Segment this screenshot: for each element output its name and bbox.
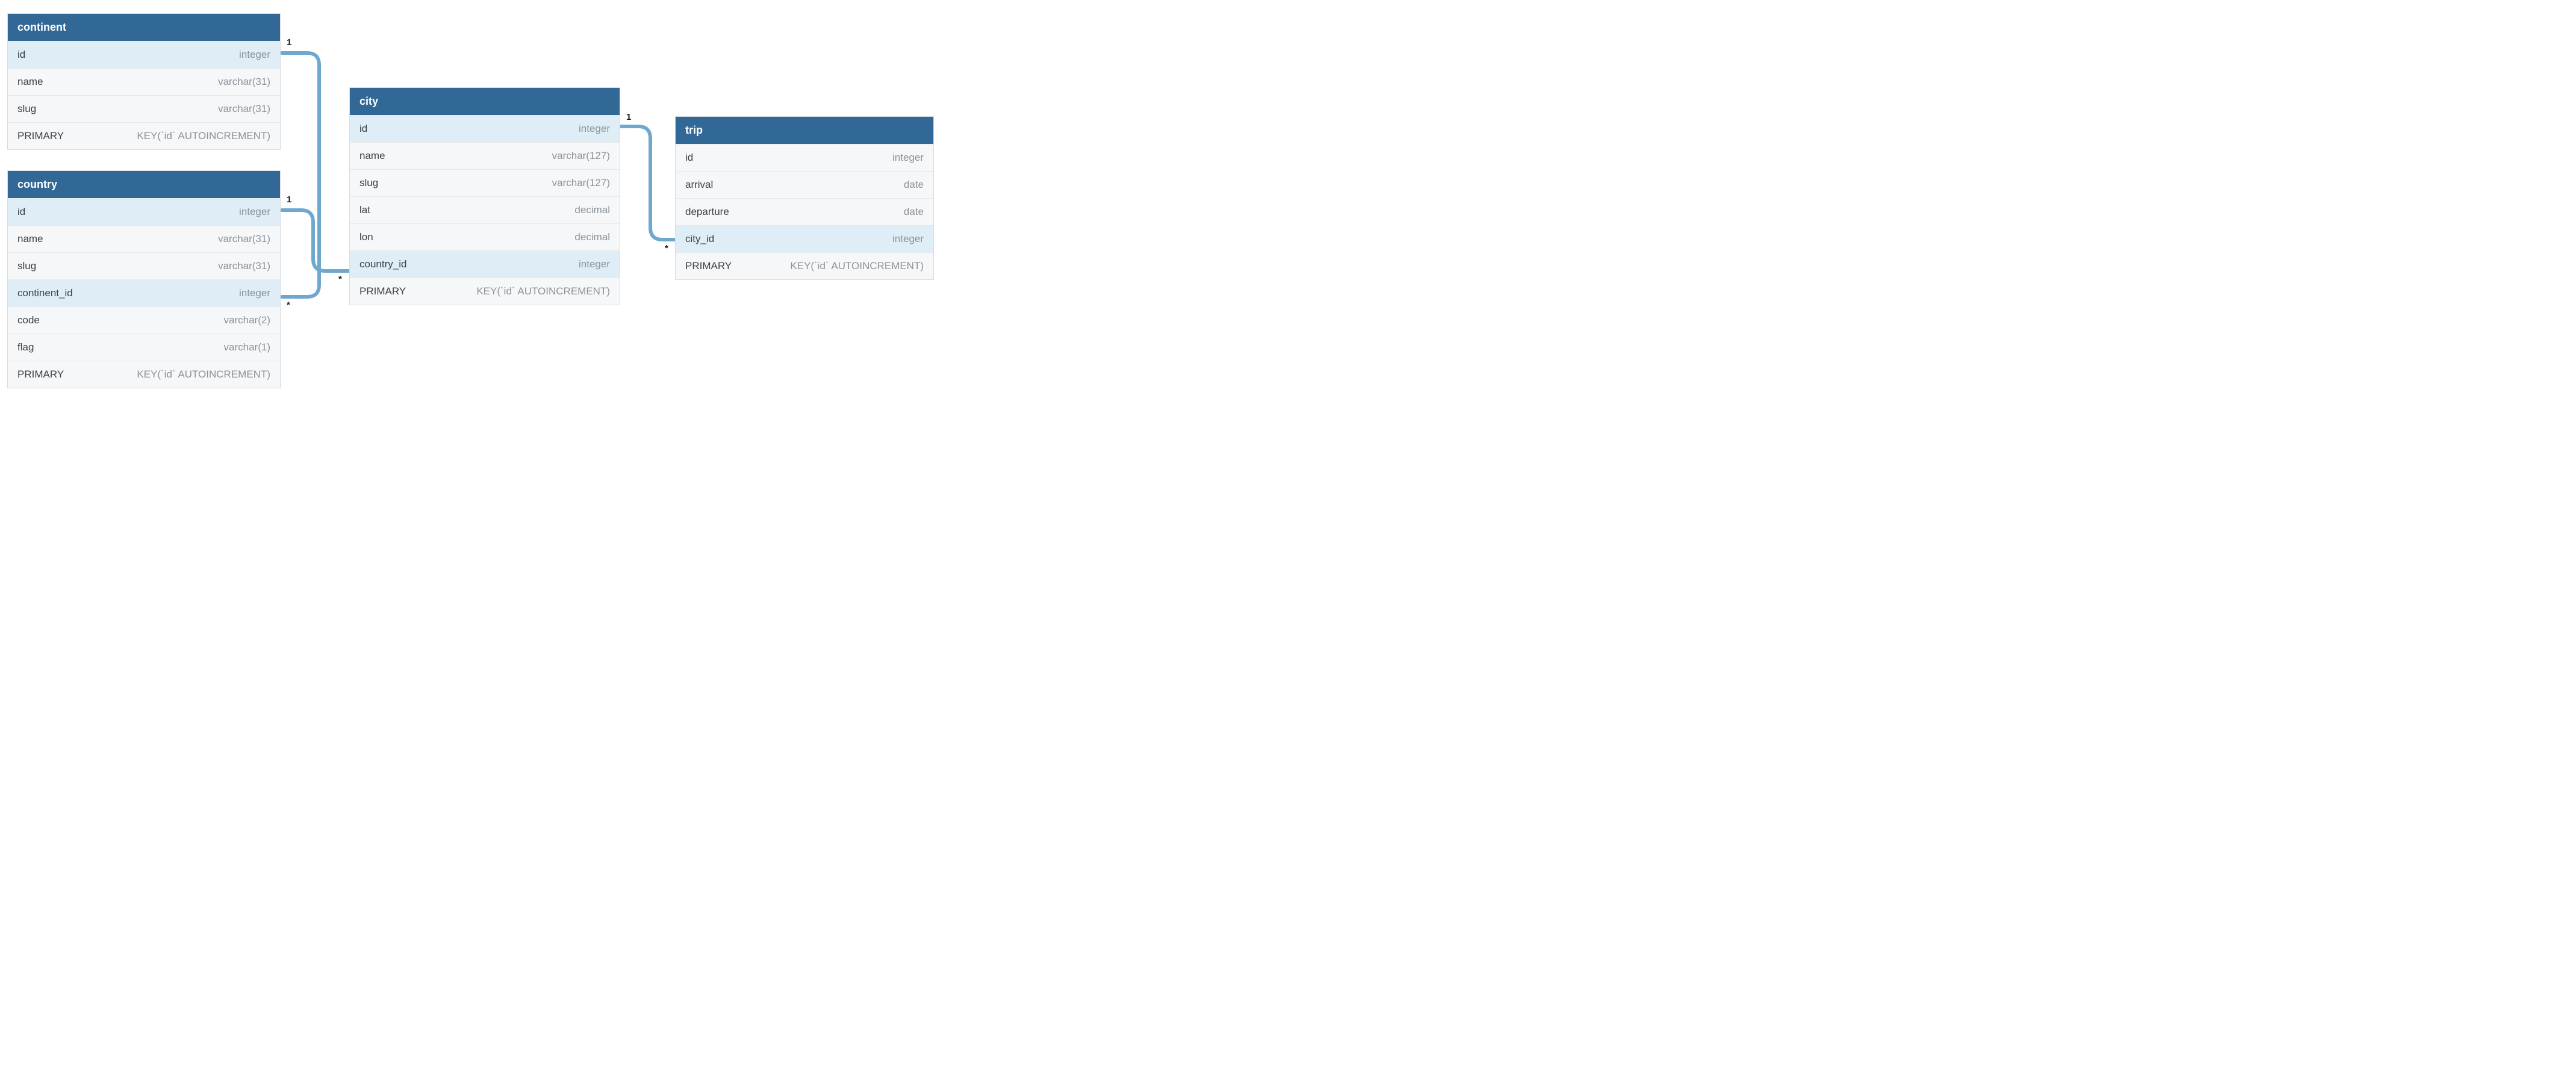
column-name: flag <box>17 341 34 353</box>
column-name: city_id <box>685 233 714 245</box>
column-row: id integer <box>350 115 620 142</box>
column-name: slug <box>359 177 378 189</box>
column-type: KEY(`id` AUTOINCREMENT) <box>137 368 270 381</box>
column-row: arrival date <box>676 171 933 198</box>
column-type: KEY(`id` AUTOINCREMENT) <box>137 130 270 142</box>
column-row: name varchar(31) <box>8 68 280 95</box>
column-type: integer <box>239 287 270 299</box>
column-row: lat decimal <box>350 196 620 223</box>
column-name: id <box>17 49 25 61</box>
column-type: varchar(31) <box>218 76 270 88</box>
column-type: integer <box>239 206 270 218</box>
column-name: name <box>359 150 385 162</box>
column-row: PRIMARY KEY(`id` AUTOINCREMENT) <box>676 252 933 279</box>
entity-header: city <box>350 88 620 115</box>
column-name: PRIMARY <box>17 368 64 381</box>
entity-header: trip <box>676 117 933 144</box>
entity-city[interactable]: city id integer name varchar(127) slug v… <box>349 87 620 305</box>
column-type: date <box>904 206 924 218</box>
column-name: PRIMARY <box>359 285 406 297</box>
column-row: departure date <box>676 198 933 225</box>
entity-trip[interactable]: trip id integer arrival date departure d… <box>675 116 934 280</box>
column-row: PRIMARY KEY(`id` AUTOINCREMENT) <box>8 122 280 149</box>
column-row: city_id integer <box>676 225 933 252</box>
column-row: lon decimal <box>350 223 620 250</box>
column-name: departure <box>685 206 729 218</box>
column-name: country_id <box>359 258 406 270</box>
entity-country[interactable]: country id integer name varchar(31) slug… <box>7 170 281 388</box>
column-name: continent_id <box>17 287 73 299</box>
column-type: varchar(31) <box>218 103 270 115</box>
column-type: integer <box>892 152 924 164</box>
column-type: KEY(`id` AUTOINCREMENT) <box>476 285 610 297</box>
column-row: id integer <box>8 198 280 225</box>
entity-header: continent <box>8 14 280 41</box>
column-row: flag varchar(1) <box>8 334 280 361</box>
column-name: name <box>17 233 43 245</box>
cardinality-label-one: 1 <box>287 37 291 48</box>
column-type: decimal <box>574 204 610 216</box>
column-row: slug varchar(127) <box>350 169 620 196</box>
column-name: slug <box>17 103 36 115</box>
column-row: PRIMARY KEY(`id` AUTOINCREMENT) <box>8 361 280 388</box>
column-type: varchar(127) <box>552 150 610 162</box>
column-type: varchar(31) <box>218 233 270 245</box>
column-row: continent_id integer <box>8 279 280 306</box>
column-row: country_id integer <box>350 250 620 278</box>
column-row: code varchar(2) <box>8 306 280 334</box>
cardinality-label-many: * <box>287 300 290 310</box>
cardinality-label-one: 1 <box>287 194 291 205</box>
column-name: code <box>17 314 40 326</box>
column-type: date <box>904 179 924 191</box>
column-name: lat <box>359 204 370 216</box>
cardinality-label-one: 1 <box>626 112 631 122</box>
column-row: id integer <box>8 41 280 68</box>
column-type: integer <box>579 258 610 270</box>
column-type: varchar(2) <box>224 314 270 326</box>
column-name: lon <box>359 231 373 243</box>
column-row: slug varchar(31) <box>8 252 280 279</box>
column-type: integer <box>239 49 270 61</box>
erd-canvas: 1 * 1 * 1 * continent id integer name va… <box>0 0 945 400</box>
column-name: name <box>17 76 43 88</box>
column-type: varchar(1) <box>224 341 270 353</box>
cardinality-label-many: * <box>665 243 668 253</box>
column-type: integer <box>579 123 610 135</box>
column-name: PRIMARY <box>685 260 732 272</box>
column-type: varchar(31) <box>218 260 270 272</box>
column-type: varchar(127) <box>552 177 610 189</box>
entity-continent[interactable]: continent id integer name varchar(31) sl… <box>7 13 281 150</box>
column-row: name varchar(31) <box>8 225 280 252</box>
column-row: slug varchar(31) <box>8 95 280 122</box>
column-type: KEY(`id` AUTOINCREMENT) <box>790 260 924 272</box>
column-type: integer <box>892 233 924 245</box>
column-row: id integer <box>676 144 933 171</box>
column-name: slug <box>17 260 36 272</box>
column-name: id <box>17 206 25 218</box>
column-name: PRIMARY <box>17 130 64 142</box>
column-row: PRIMARY KEY(`id` AUTOINCREMENT) <box>350 278 620 305</box>
column-name: id <box>359 123 367 135</box>
column-name: arrival <box>685 179 713 191</box>
column-row: name varchar(127) <box>350 142 620 169</box>
cardinality-label-many: * <box>338 274 342 284</box>
column-type: decimal <box>574 231 610 243</box>
entity-header: country <box>8 171 280 198</box>
column-name: id <box>685 152 693 164</box>
